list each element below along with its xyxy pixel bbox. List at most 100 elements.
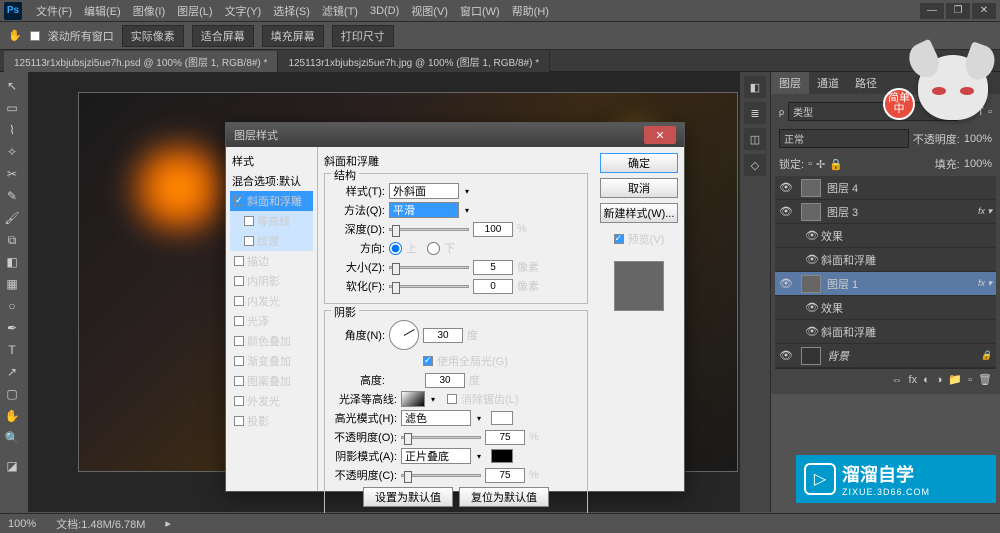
document-tab[interactable]: 125113r1xbjubsjzi5ue7h.psd @ 100% (图层 1,…: [4, 51, 278, 72]
filter-icon[interactable]: ▫: [969, 106, 973, 118]
checkbox[interactable]: [234, 196, 244, 206]
link-icon[interactable]: ⇔: [892, 374, 903, 386]
eraser-tool-icon[interactable]: ◧: [0, 252, 24, 272]
highlight-mode-select[interactable]: 滤色: [401, 410, 471, 426]
eyedropper-tool-icon[interactable]: ✎: [0, 186, 24, 206]
layer-fx-row[interactable]: 👁斜面和浮雕: [775, 320, 996, 344]
filter-icon[interactable]: ▫: [988, 106, 992, 118]
gradient-tool-icon[interactable]: ▦: [0, 274, 24, 294]
shadow-opacity-slider[interactable]: [401, 474, 481, 477]
opacity-value[interactable]: 100%: [964, 133, 992, 145]
actual-pixels-button[interactable]: 实际像素: [122, 25, 184, 47]
window-close-icon[interactable]: ✕: [972, 3, 996, 19]
checkbox[interactable]: [234, 276, 244, 286]
menu-help[interactable]: 帮助(H): [506, 3, 555, 19]
size-input[interactable]: [473, 260, 513, 275]
visibility-icon[interactable]: 👁: [805, 301, 821, 314]
window-restore-icon[interactable]: ❐: [946, 3, 970, 19]
style-inner-glow[interactable]: 内发光: [230, 291, 313, 311]
layer-row[interactable]: 👁图层 1fx ▾: [775, 272, 996, 296]
style-satin[interactable]: 光泽: [230, 311, 313, 331]
adjust-icon[interactable]: ◑: [936, 374, 943, 386]
dialog-titlebar[interactable]: 图层样式 ✕: [226, 123, 684, 147]
new-icon[interactable]: ▫: [968, 374, 972, 386]
marquee-tool-icon[interactable]: ▭: [0, 98, 24, 118]
visibility-icon[interactable]: 👁: [779, 277, 795, 290]
menu-image[interactable]: 图像(I): [127, 3, 171, 19]
checkbox[interactable]: [244, 236, 254, 246]
crop-tool-icon[interactable]: ✂: [0, 164, 24, 184]
filter-icon[interactable]: T: [977, 106, 984, 118]
type-tool-icon[interactable]: T: [0, 340, 24, 360]
lock-icon[interactable]: ✢: [816, 158, 825, 171]
folder-icon[interactable]: 📁: [948, 373, 962, 386]
zoom-tool-icon[interactable]: 🔍: [0, 428, 24, 448]
visibility-icon[interactable]: 👁: [779, 205, 795, 218]
menu-view[interactable]: 视图(V): [405, 3, 454, 19]
visibility-icon[interactable]: 👁: [805, 253, 821, 266]
preview-checkbox[interactable]: [614, 234, 624, 244]
channels-panel-icon[interactable]: ◫: [744, 128, 766, 150]
mask-icon[interactable]: ◐: [923, 374, 930, 386]
shadow-opacity-input[interactable]: [485, 468, 525, 483]
menu-file[interactable]: 文件(F): [30, 3, 78, 19]
checkbox[interactable]: [244, 216, 254, 226]
scroll-all-checkbox[interactable]: [30, 31, 40, 41]
lock-icon[interactable]: ▫: [808, 158, 812, 170]
style-bevel[interactable]: 斜面和浮雕: [230, 191, 313, 211]
ok-button[interactable]: 确定: [600, 153, 678, 173]
angle-input[interactable]: [423, 328, 463, 343]
style-color-overlay[interactable]: 颜色叠加: [230, 331, 313, 351]
menu-3d[interactable]: 3D(D): [364, 5, 405, 17]
gloss-contour[interactable]: [401, 391, 425, 407]
direction-up-radio[interactable]: [389, 242, 402, 255]
style-select[interactable]: 外斜面: [389, 183, 459, 199]
angle-dial[interactable]: [389, 320, 419, 350]
new-style-button[interactable]: 新建样式(W)...: [600, 203, 678, 223]
antialias-checkbox[interactable]: [447, 394, 457, 404]
shadow-mode-select[interactable]: 正片叠底: [401, 448, 471, 464]
layer-fx-row[interactable]: 👁斜面和浮雕: [775, 248, 996, 272]
tab-layers[interactable]: 图层: [771, 72, 809, 94]
chevron-right-icon[interactable]: ▸: [165, 517, 171, 530]
print-size-button[interactable]: 打印尺寸: [332, 25, 394, 47]
highlight-opacity-input[interactable]: [485, 430, 525, 445]
fit-screen-button[interactable]: 适合屏幕: [192, 25, 254, 47]
hand-tool-icon[interactable]: ✋: [8, 29, 22, 42]
soften-slider[interactable]: [389, 285, 469, 288]
depth-slider[interactable]: [389, 228, 469, 231]
lasso-tool-icon[interactable]: ⌇: [0, 120, 24, 140]
depth-input[interactable]: [473, 222, 513, 237]
style-inner-shadow[interactable]: 内阴影: [230, 271, 313, 291]
wand-tool-icon[interactable]: ✧: [0, 142, 24, 162]
fill-value[interactable]: 100%: [964, 158, 992, 170]
visibility-icon[interactable]: 👁: [805, 229, 821, 242]
lock-icon[interactable]: 🔒: [829, 158, 843, 171]
brush-tool-icon[interactable]: 🖌: [0, 208, 24, 228]
visibility-icon[interactable]: 👁: [779, 181, 795, 194]
styles-heading[interactable]: 样式: [230, 151, 313, 171]
window-minimize-icon[interactable]: —: [920, 3, 944, 19]
doc-size[interactable]: 文档:1.48M/6.78M: [56, 516, 145, 532]
move-tool-icon[interactable]: ↖: [0, 76, 24, 96]
checkbox[interactable]: [234, 396, 244, 406]
blend-mode-select[interactable]: 正常: [779, 129, 909, 148]
pen-tool-icon[interactable]: ✒: [0, 318, 24, 338]
layer-fx-row[interactable]: 👁效果: [775, 296, 996, 320]
close-icon[interactable]: ✕: [644, 126, 676, 144]
style-stroke[interactable]: 描边: [230, 251, 313, 271]
global-light-checkbox[interactable]: [423, 356, 433, 366]
style-texture[interactable]: 纹理: [230, 231, 313, 251]
layer-fx-row[interactable]: 👁效果: [775, 224, 996, 248]
highlight-opacity-slider[interactable]: [401, 436, 481, 439]
filter-icon[interactable]: ▫: [962, 106, 966, 118]
altitude-input[interactable]: [425, 373, 465, 388]
checkbox[interactable]: [234, 416, 244, 426]
paths-panel-icon[interactable]: ◇: [744, 154, 766, 176]
size-slider[interactable]: [389, 266, 469, 269]
kind-filter[interactable]: 类型: [788, 102, 957, 121]
layer-row[interactable]: 👁图层 4: [775, 176, 996, 200]
blur-tool-icon[interactable]: ○: [0, 296, 24, 316]
tab-channels[interactable]: 通道: [809, 72, 847, 94]
tab-paths[interactable]: 路径: [847, 72, 885, 94]
